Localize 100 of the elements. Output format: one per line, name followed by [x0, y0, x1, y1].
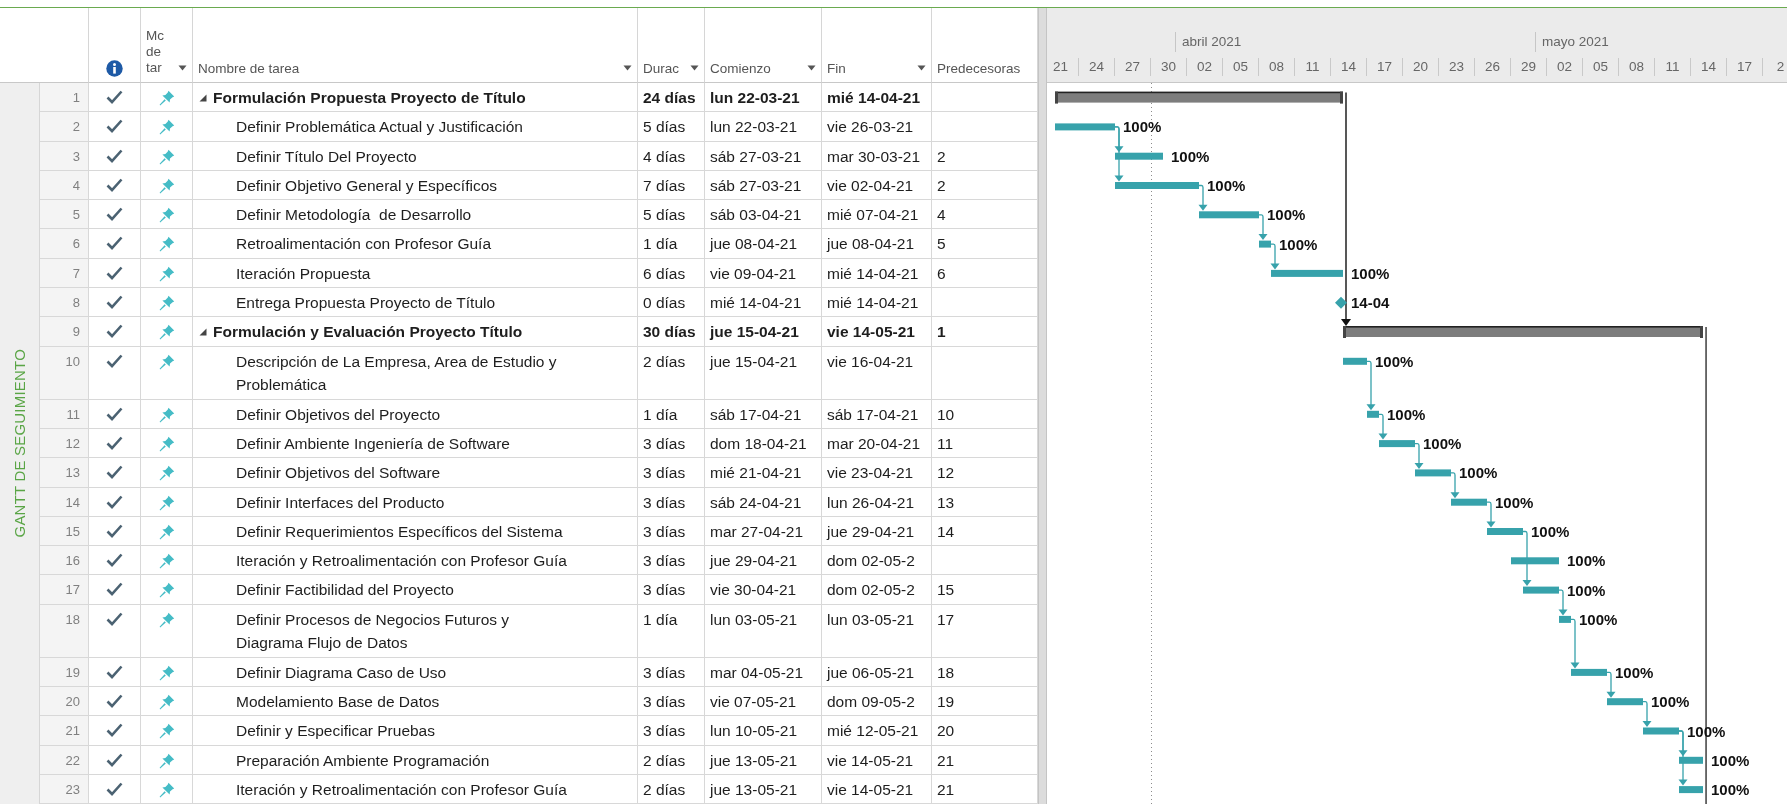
caret-icon[interactable] — [690, 65, 699, 71]
column-header[interactable]: Predecesoras — [932, 8, 1038, 83]
duration-text: 0 días — [643, 294, 686, 312]
day-label: 26 — [1485, 59, 1500, 74]
caret-icon[interactable] — [623, 65, 632, 71]
caret-icon[interactable] — [178, 65, 187, 71]
row-number: 1 — [40, 83, 89, 113]
link-arrow — [1258, 214, 1268, 241]
row-number: 16 — [40, 546, 89, 576]
day-label: 29 — [1521, 59, 1536, 74]
start-date: jue 13-05-21 — [710, 751, 798, 769]
task-name: Definir y Especificar Pruebas — [236, 721, 435, 742]
row-number: 12 — [40, 428, 89, 459]
task-name: Definir Factibilidad del Proyecto — [236, 580, 454, 601]
duration-text: 2 días — [643, 352, 686, 370]
link-arrow — [1522, 530, 1532, 587]
start-date: mié 21-04-21 — [710, 464, 802, 482]
finish-date: mié 12-05-21 — [827, 722, 919, 740]
row-number: 20 — [40, 687, 89, 717]
start-date: sáb 17-04-21 — [710, 405, 802, 423]
day-label: 02 — [1197, 59, 1212, 74]
duration-text: 4 días — [643, 147, 686, 165]
bar-label: 100% — [1567, 552, 1606, 570]
bar-label: 100% — [1375, 352, 1414, 370]
bar-label: 100% — [1531, 523, 1570, 540]
day-label: 30 — [1161, 59, 1176, 74]
link-arrow — [1450, 472, 1460, 499]
triangle-icon[interactable] — [199, 94, 207, 102]
day-label: 24 — [1089, 59, 1104, 74]
predecessor-text: 6 — [937, 264, 946, 282]
task-bar — [1559, 615, 1571, 623]
start-date: jue 29-04-21 — [710, 552, 798, 570]
bar-label: 100% — [1711, 781, 1750, 799]
triangle-icon[interactable] — [199, 328, 207, 337]
finish-date: jue 29-04-21 — [827, 522, 915, 540]
task-name: Definir Procesos de Negocios Futuros y Diagrama Flujo de Datos — [236, 609, 510, 654]
column-header[interactable]: Fin — [822, 8, 932, 83]
predecessor-text: 15 — [937, 581, 955, 599]
finish-date: dom 09-05-2 — [827, 693, 915, 711]
day-label: 20 — [1413, 59, 1428, 74]
bar-label: 100% — [1207, 177, 1246, 194]
finish-date: mié 14-04-21 — [827, 89, 921, 106]
finish-date: vie 14-05-21 — [827, 323, 915, 341]
duration-text: 3 días — [643, 693, 686, 711]
info-icon — [106, 60, 123, 77]
task-name: Formulación Propuesta Proyecto de Título — [213, 88, 526, 108]
duration-text: 6 días — [643, 264, 686, 282]
bar-label: 100% — [1459, 464, 1498, 482]
bar-label: 100% — [1579, 610, 1618, 628]
bar-label: 100% — [1267, 206, 1306, 224]
column-header[interactable]: Durac — [638, 8, 705, 83]
link-arrow — [1270, 243, 1280, 270]
column-header[interactable]: Nombre de tarea — [193, 8, 638, 83]
day-label: 17 — [1737, 59, 1752, 74]
row-number: 10 — [40, 346, 89, 400]
start-date: vie 07-05-21 — [710, 693, 797, 711]
day-label: 14 — [1341, 59, 1356, 74]
start-date: jue 15-04-21 — [710, 352, 798, 370]
row-number: 18 — [40, 604, 89, 658]
bar-label: 100% — [1495, 493, 1534, 511]
predecessor-text: 18 — [937, 663, 955, 681]
bar-label: 100% — [1651, 693, 1690, 711]
column-header[interactable]: Comienzo — [705, 8, 822, 83]
task-bar — [1055, 123, 1115, 131]
day-label: 08 — [1629, 59, 1644, 74]
finish-date: mié 07-04-21 — [827, 206, 919, 224]
task-name: Entrega Propuesta Proyecto de Título — [236, 293, 496, 314]
predecessor-text: 21 — [937, 780, 955, 798]
predecessor-text: 21 — [937, 751, 955, 769]
duration-text: 1 día — [643, 405, 678, 423]
start-date: lun 10-05-21 — [710, 722, 798, 740]
finish-date: jue 06-05-21 — [827, 663, 915, 681]
caret-icon[interactable] — [917, 65, 926, 71]
milestone-diamond — [1335, 296, 1347, 309]
predecessor-text: 10 — [937, 405, 955, 423]
predecessor-text: 19 — [937, 693, 955, 711]
predecessor-text: 13 — [937, 493, 955, 511]
start-date: jue 13-05-21 — [710, 780, 798, 798]
caret-icon[interactable] — [807, 65, 816, 71]
task-name: Preparación Ambiente Programación — [236, 750, 490, 771]
finish-date: sáb 17-04-21 — [827, 405, 919, 423]
link-arrow — [1606, 671, 1616, 698]
bar-label: 100% — [1351, 264, 1390, 282]
predecessor-text: 20 — [937, 722, 955, 740]
link-arrow — [1570, 618, 1580, 669]
row-number: 19 — [40, 657, 89, 688]
bar-label: 14-04 — [1351, 294, 1390, 312]
task-name: Definir Objetivos del Proyecto — [236, 404, 441, 425]
finish-date: vie 23-04-21 — [827, 464, 914, 482]
task-name: Definir Metodología de Desarrollo — [236, 205, 472, 226]
day-label: 05 — [1593, 59, 1608, 74]
link-arrow — [1558, 589, 1568, 616]
duration-text: 5 días — [643, 118, 686, 136]
task-name: Definir Problemática Actual y Justificación — [236, 117, 523, 138]
bar-label: 100% — [1171, 147, 1210, 165]
column-header[interactable]: Mc de tar — [141, 8, 193, 83]
link-arrow — [1486, 501, 1496, 528]
task-name: Definir Requerimientos Específicos del Sistema — [236, 521, 563, 542]
day-label: 08 — [1269, 59, 1284, 74]
row-number: 14 — [40, 487, 89, 517]
